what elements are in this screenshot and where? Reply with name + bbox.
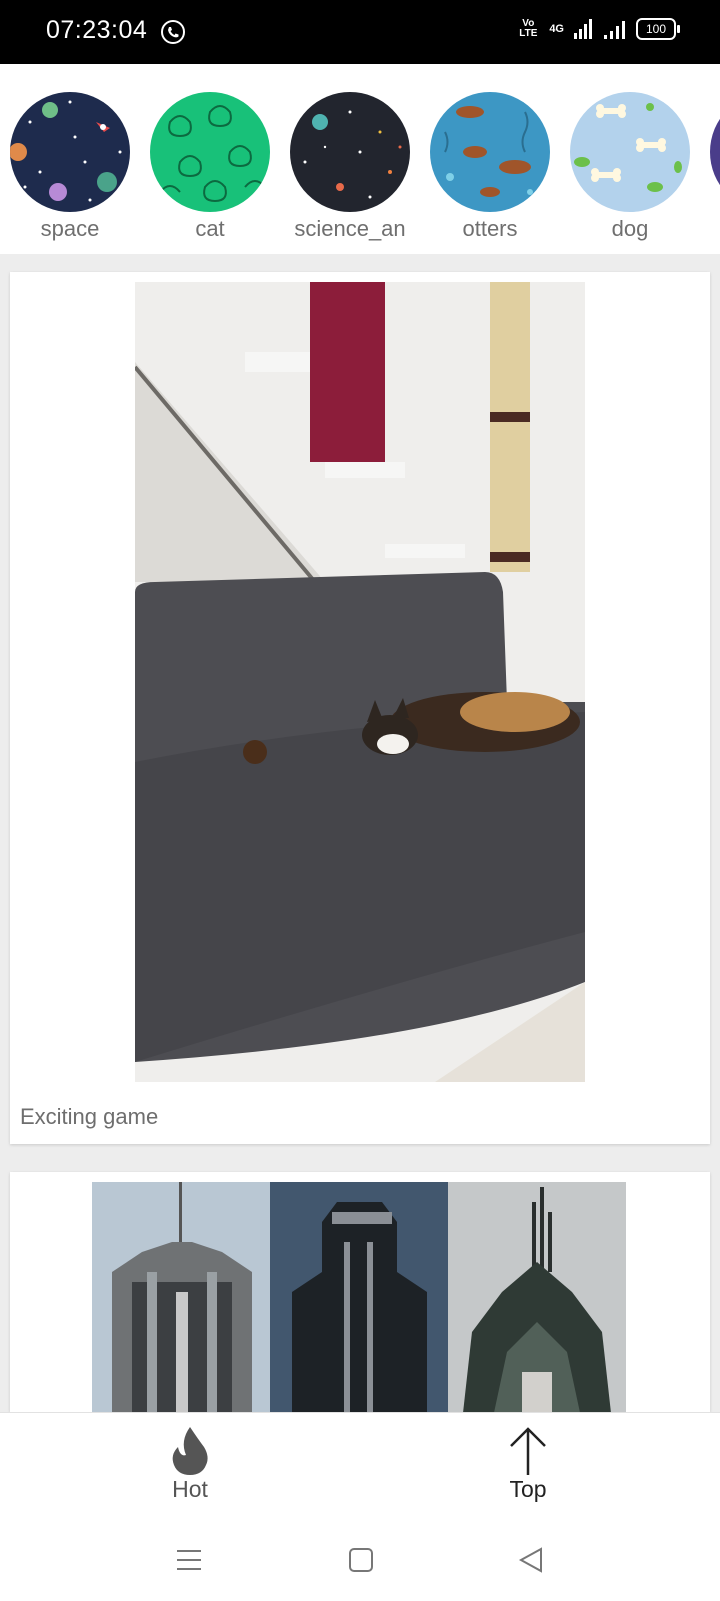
flame-icon xyxy=(172,1427,208,1475)
post-image[interactable] xyxy=(92,1182,626,1412)
category-label: science_an xyxy=(294,216,406,241)
category-label: space xyxy=(40,216,100,241)
signal-icon-2 xyxy=(604,21,625,39)
science-icon xyxy=(290,92,410,212)
status-bar: 07:23:04 Vo LTE 4G 100 xyxy=(0,0,720,64)
arrow-up-icon xyxy=(510,1427,546,1475)
bottom-nav: Hot Top xyxy=(0,1412,720,1601)
menu-icon[interactable] xyxy=(176,1547,202,1573)
hot-button[interactable]: Hot xyxy=(130,1427,250,1503)
category-label: dog xyxy=(611,216,649,241)
category-dog[interactable]: dog xyxy=(560,92,700,242)
battery-icon: 100 xyxy=(636,18,680,40)
category-label: cat xyxy=(195,216,225,241)
category-science[interactable]: science_an xyxy=(280,92,420,242)
feed-post[interactable]: Exciting game xyxy=(10,272,710,1144)
volte-icon: Vo LTE xyxy=(519,18,538,39)
home-icon[interactable] xyxy=(348,1547,374,1573)
more-category-icon xyxy=(710,92,720,212)
feed-post[interactable] xyxy=(10,1172,710,1412)
category-label: otters xyxy=(462,216,518,241)
otter-icon xyxy=(430,92,550,212)
category-carousel[interactable]: space cat science_an otters dog xyxy=(0,64,720,254)
category-space[interactable]: space xyxy=(0,92,140,242)
post-video[interactable] xyxy=(135,282,585,1082)
status-time: 07:23:04 xyxy=(46,16,148,44)
top-label: Top xyxy=(509,1476,547,1502)
back-icon[interactable] xyxy=(518,1547,544,1573)
call-icon xyxy=(161,20,185,44)
category-otters[interactable]: otters xyxy=(420,92,560,242)
space-icon xyxy=(10,92,130,212)
dog-bone-icon xyxy=(570,92,690,212)
hot-label: Hot xyxy=(172,1476,208,1502)
system-nav-bar xyxy=(0,1531,720,1601)
signal-icon xyxy=(574,19,592,39)
category-cat[interactable]: cat xyxy=(140,92,280,242)
post-caption: Exciting game xyxy=(20,1104,159,1129)
category-more[interactable] xyxy=(700,92,720,212)
network-type: 4G xyxy=(549,23,564,35)
status-icons: Vo LTE 4G 100 xyxy=(517,18,680,40)
top-button[interactable]: Top xyxy=(468,1427,588,1503)
cat-icon xyxy=(150,92,270,212)
